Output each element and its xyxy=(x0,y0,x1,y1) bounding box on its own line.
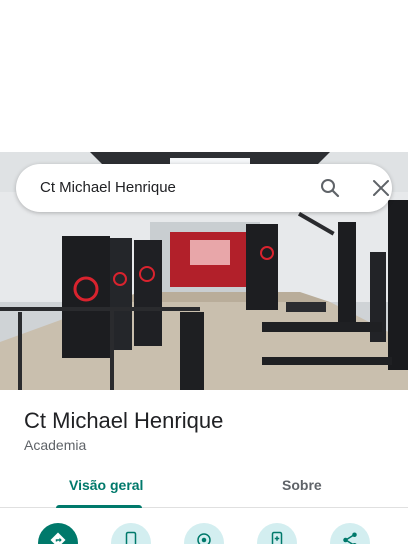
add-to-phone-icon xyxy=(271,531,283,544)
tab-bar: Visão geral Sobre xyxy=(0,468,408,508)
phone-icon xyxy=(125,531,137,544)
share-button[interactable] xyxy=(330,523,370,544)
share-icon xyxy=(343,532,357,544)
directions-button[interactable] xyxy=(38,523,78,544)
location-button[interactable] xyxy=(184,523,224,544)
place-category[interactable]: Academia xyxy=(24,437,86,453)
tab-overview[interactable]: Visão geral xyxy=(69,477,143,493)
send-to-phone-button[interactable] xyxy=(257,523,297,544)
directions-icon xyxy=(50,532,66,544)
call-button[interactable] xyxy=(111,523,151,544)
place-title: Ct Michael Henrique xyxy=(24,408,224,433)
search-input[interactable]: Ct Michael Henrique xyxy=(40,179,176,196)
search-icon[interactable] xyxy=(318,176,342,200)
active-tab-indicator xyxy=(56,505,142,508)
tab-about[interactable]: Sobre xyxy=(282,477,322,493)
search-bar[interactable]: Ct Michael Henrique xyxy=(16,164,392,212)
location-icon xyxy=(197,533,211,544)
close-icon[interactable] xyxy=(369,176,393,200)
